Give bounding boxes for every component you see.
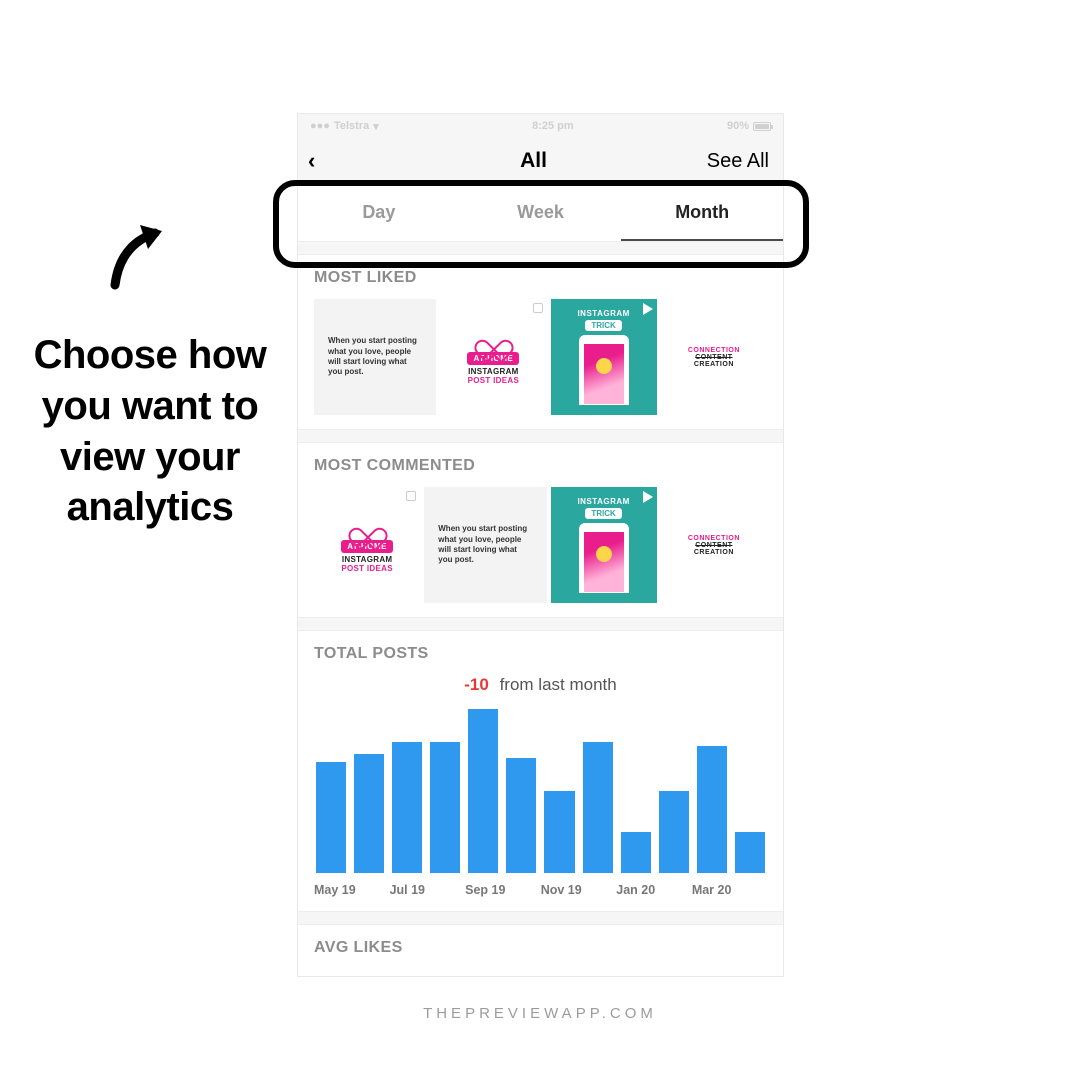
carrier-label: Telstra — [334, 120, 369, 132]
thumb-connection[interactable]: CONNECTION CONTENT CREATION — [661, 299, 767, 415]
trick-pill: TRICK — [585, 320, 621, 331]
see-all-button[interactable]: See All — [699, 150, 769, 173]
x-tick-label: Jan 20 — [616, 883, 691, 897]
chart-bar[interactable] — [659, 791, 689, 873]
status-bar: ●●● Telstra ▾ 8:25 pm 90% — [298, 114, 783, 138]
delta-suffix: from last month — [500, 675, 617, 694]
most-commented-section: MOST COMMENTED AT-HOME INSTAGRAM POST ID… — [298, 442, 783, 618]
chart-bar[interactable] — [735, 832, 765, 873]
delta-value: -10 — [464, 675, 489, 694]
footer-brand: THEPREVIEWAPP.COM — [0, 1005, 1080, 1022]
chart-x-axis: May 19Jul 19Sep 19Nov 19Jan 20Mar 20 — [314, 883, 767, 897]
conn-line2: CONTENT — [695, 354, 732, 361]
trick-line1: INSTAGRAM — [577, 309, 629, 318]
most-liked-header: MOST LIKED — [314, 269, 767, 287]
battery-percent: 90% — [727, 120, 749, 132]
chart-bar[interactable] — [392, 742, 422, 873]
x-tick-label: Nov 19 — [541, 883, 616, 897]
thumb-at-home[interactable]: AT-HOME INSTAGRAM POST IDEAS — [314, 487, 420, 603]
battery-icon — [753, 122, 771, 131]
play-icon — [643, 303, 653, 315]
tab-day[interactable]: Day — [298, 185, 460, 241]
thumb-quote[interactable]: When you start posting what you love, pe… — [314, 299, 436, 415]
conn-line1: CONNECTION — [688, 535, 740, 542]
thumb-instagram-trick[interactable]: INSTAGRAM TRICK — [551, 487, 657, 603]
play-icon — [643, 491, 653, 503]
at-home-line1: INSTAGRAM — [468, 367, 519, 376]
chart-bar[interactable] — [506, 758, 536, 873]
most-liked-section: MOST LIKED When you start posting what y… — [298, 254, 783, 430]
phone-frame: ●●● Telstra ▾ 8:25 pm 90% ‹ All See All … — [297, 113, 784, 977]
phone-mock-icon — [579, 523, 629, 593]
tab-week[interactable]: Week — [460, 185, 622, 241]
x-tick-label: May 19 — [314, 883, 389, 897]
conn-line2: CONTENT — [695, 542, 732, 549]
thumb-instagram-trick[interactable]: INSTAGRAM TRICK — [551, 299, 657, 415]
conn-line1: CONNECTION — [688, 347, 740, 354]
avg-likes-section: AVG LIKES — [298, 924, 783, 977]
chart-bar[interactable] — [544, 791, 574, 873]
at-home-line1: INSTAGRAM — [342, 555, 393, 564]
conn-line3: CREATION — [694, 549, 734, 556]
total-posts-chart — [314, 709, 767, 873]
avg-likes-header: AVG LIKES — [314, 939, 767, 957]
x-tick-label: Mar 20 — [692, 883, 767, 897]
chart-bar[interactable] — [468, 709, 498, 873]
tab-month[interactable]: Month — [621, 185, 783, 241]
conn-line3: CREATION — [694, 361, 734, 368]
thumb-connection[interactable]: CONNECTION CONTENT CREATION — [661, 487, 767, 603]
checkbox-icon — [406, 491, 416, 501]
trick-pill: TRICK — [585, 508, 621, 519]
total-posts-section: TOTAL POSTS -10 from last month May 19Ju… — [298, 630, 783, 912]
most-liked-thumbnails: When you start posting what you love, pe… — [314, 299, 767, 415]
phone-mock-icon — [579, 335, 629, 405]
thumb-at-home[interactable]: AT-HOME INSTAGRAM POST IDEAS — [440, 299, 546, 415]
back-button[interactable]: ‹ — [308, 148, 368, 174]
clock: 8:25 pm — [379, 120, 727, 132]
arrow-icon — [100, 215, 180, 295]
total-posts-header: TOTAL POSTS — [314, 645, 767, 663]
chart-bar[interactable] — [583, 742, 613, 873]
x-tick-label: Jul 19 — [390, 883, 465, 897]
signal-icon: ●●● — [310, 120, 330, 132]
chart-bar[interactable] — [621, 832, 651, 873]
at-home-line2: POST IDEAS — [468, 376, 519, 385]
chart-delta-label: -10 from last month — [314, 675, 767, 695]
most-commented-thumbnails: AT-HOME INSTAGRAM POST IDEAS When you st… — [314, 487, 767, 603]
chart-bar[interactable] — [430, 742, 460, 873]
checkbox-icon — [533, 303, 543, 313]
at-home-line2: POST IDEAS — [341, 564, 392, 573]
nav-bar: ‹ All See All — [298, 138, 783, 184]
trick-line1: INSTAGRAM — [577, 497, 629, 506]
chart-bar[interactable] — [354, 754, 384, 873]
heart-icon — [356, 518, 378, 536]
x-tick-label: Sep 19 — [465, 883, 540, 897]
chart-bar[interactable] — [697, 746, 727, 873]
chart-bar[interactable] — [316, 762, 346, 873]
page-title: All — [368, 149, 699, 173]
thumb-quote[interactable]: When you start posting what you love, pe… — [424, 487, 546, 603]
time-range-tabs: Day Week Month — [298, 184, 783, 242]
instruction-caption: Choose how you want to view your analyti… — [30, 330, 270, 533]
heart-icon — [482, 330, 504, 348]
most-commented-header: MOST COMMENTED — [314, 457, 767, 475]
